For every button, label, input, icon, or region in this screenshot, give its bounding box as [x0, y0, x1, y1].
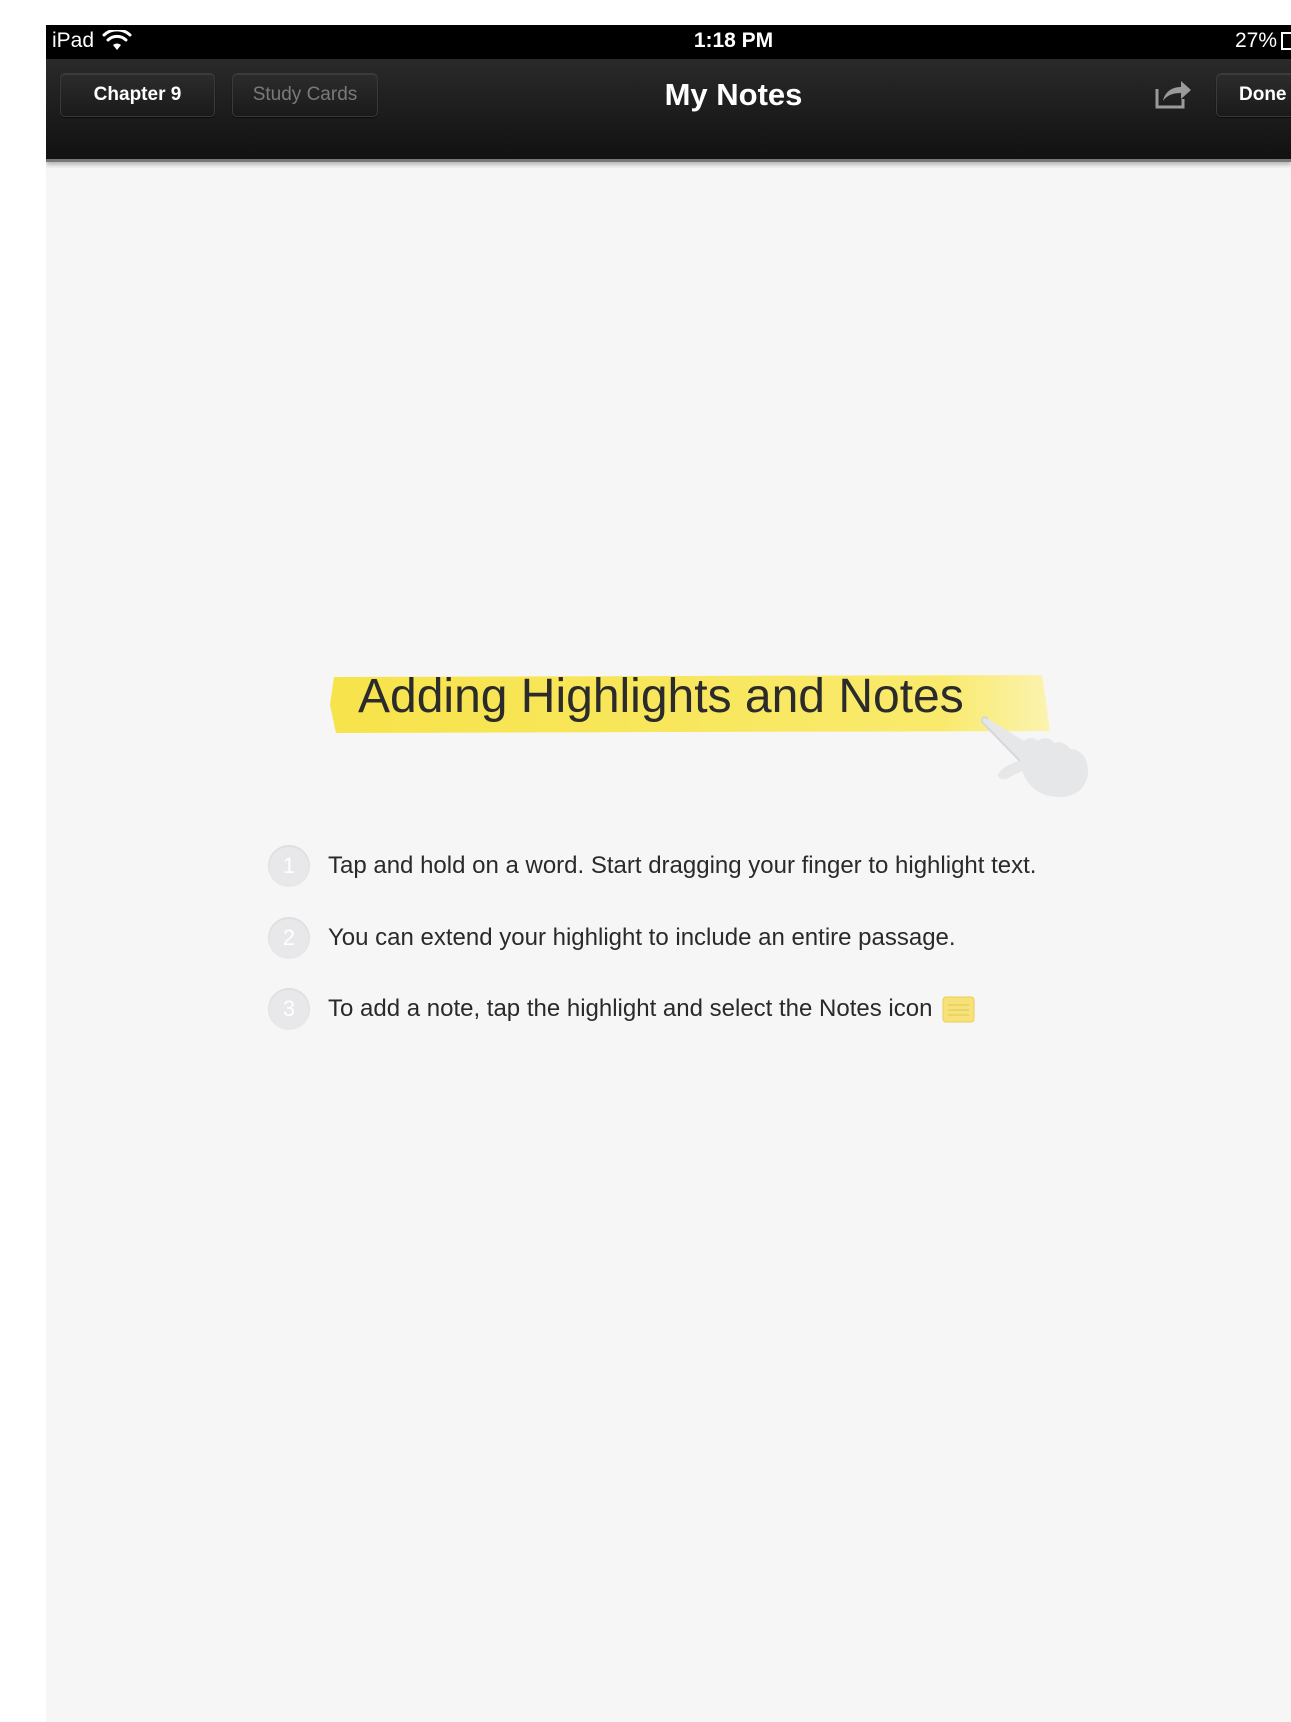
battery-icon — [1281, 32, 1291, 50]
list-item: 1 Tap and hold on a word. Start dragging… — [268, 841, 1036, 891]
share-icon[interactable] — [1153, 77, 1193, 111]
heading-text: Adding Highlights and Notes — [358, 670, 964, 723]
status-bar: iPad 1:18 PM 27% — [46, 25, 1291, 59]
list-item: 2 You can extend your highlight to inclu… — [268, 913, 956, 963]
list-item: 3 To add a note, tap the highlight and s… — [268, 984, 975, 1034]
status-battery: 27% — [1235, 29, 1291, 53]
status-time: 1:18 PM — [693, 29, 774, 52]
page-title: My Notes — [664, 77, 803, 112]
notes-icon — [942, 996, 975, 1022]
ipad-screen: iPad 1:18 PM 27% Chapter 9 Study Cards M… — [46, 25, 1291, 1722]
step-number-badge: 2 — [268, 917, 310, 959]
step-text: Tap and hold on a word. Start dragging y… — [328, 852, 1037, 879]
done-button[interactable]: Done — [1216, 73, 1291, 117]
battery-percent: 27% — [1234, 29, 1277, 52]
step-text: To add a note, tap the highlight and sel… — [328, 995, 933, 1022]
pointing-hand-icon — [980, 716, 1088, 797]
navigation-toolbar: Chapter 9 Study Cards My Notes Done — [46, 59, 1291, 162]
step-number-badge: 3 — [268, 988, 310, 1030]
screen-frame: iPad 1:18 PM 27% Chapter 9 Study Cards M… — [0, 0, 1291, 1722]
step-number-badge: 1 — [268, 845, 310, 887]
step-text: You can extend your highlight to include… — [328, 924, 956, 951]
highlight-heading: Adding Highlights and Notes — [330, 663, 1100, 803]
